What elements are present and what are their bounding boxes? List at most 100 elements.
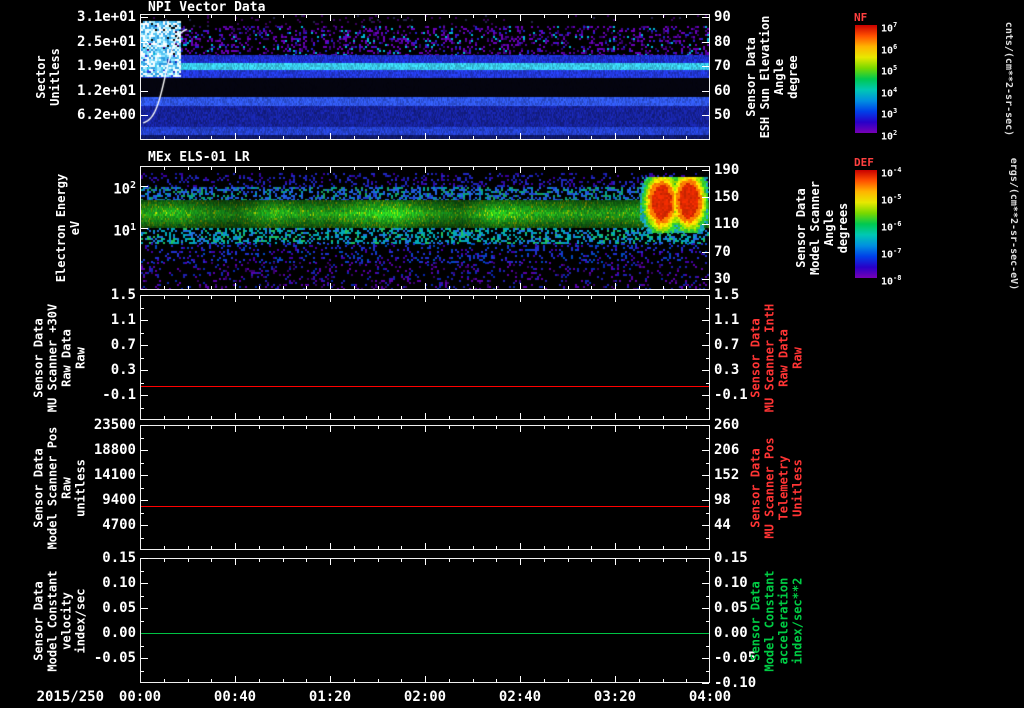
x-tick-mark <box>377 679 379 682</box>
minor-tick-mark <box>706 570 709 572</box>
x-tick-mark <box>187 286 189 289</box>
x-tick-mark <box>163 286 165 289</box>
x-tick-mark <box>567 416 569 419</box>
def-colorbar-tick-label: 10-6 <box>881 220 902 234</box>
x-tick-mark <box>520 296 521 302</box>
model-scanner-pos-left-axis-label: Sensor Data Model Scanner Pos Raw unitless <box>31 425 87 550</box>
axis-label-line: Model Scanner <box>808 181 822 275</box>
x-tick-mark <box>472 15 474 18</box>
x-tick-mark <box>543 679 545 682</box>
x-tick-mark <box>353 286 355 289</box>
x-tick-mark <box>353 15 355 18</box>
tick-mark <box>141 425 148 426</box>
mex-els-01-lr-right-tick-label: 30 <box>714 270 731 287</box>
x-tick-mark <box>448 546 450 549</box>
axis-label-line: degree <box>786 55 800 99</box>
x-tick-mark <box>448 296 450 299</box>
mex-els-01-lr-left-axis-label: Electron Energy eV <box>54 166 82 290</box>
tick-mark <box>141 345 148 346</box>
minor-tick-mark <box>706 537 709 539</box>
tick-mark <box>702 197 709 198</box>
x-tick-mark <box>662 426 664 429</box>
x-tick-mark <box>662 136 664 139</box>
minor-tick-mark <box>141 620 144 622</box>
x-tick-mark <box>235 15 236 21</box>
x-tick-mark <box>377 559 379 562</box>
mex-els-01-lr-right-tick-label: 150 <box>714 189 740 205</box>
nf-colorbar-tick-label: 106 <box>881 42 898 56</box>
x-tick-mark <box>401 679 403 682</box>
tick-mark <box>702 683 709 684</box>
model-constant-velocity-left-axis-label: Sensor Data Model Constant velocity index/s… <box>31 558 87 683</box>
x-tick-mark <box>543 15 545 18</box>
def-colorbar-tick-label: 10-5 <box>881 193 902 207</box>
tick-mark <box>702 90 709 92</box>
nf-colorbar-units-label: cnts/(cm**2-sr-sec) <box>1003 21 1014 137</box>
x-tick-mark <box>330 133 331 139</box>
minor-tick-mark <box>141 537 144 539</box>
tick-mark <box>702 115 709 117</box>
x-tick-mark <box>520 413 521 419</box>
axis-label-line: index/sec <box>73 587 87 654</box>
x-tick-mark <box>353 546 355 549</box>
x-tick-mark <box>472 559 474 562</box>
tick-mark <box>702 450 709 451</box>
x-tick-mark <box>425 426 426 432</box>
x-tick-mark <box>615 167 616 173</box>
x-tick-mark <box>306 296 308 299</box>
x-tick-mark <box>591 15 593 18</box>
x-tick-mark <box>235 133 236 139</box>
minor-tick-mark <box>706 462 709 464</box>
x-tick-mark <box>401 416 403 419</box>
x-tick-mark <box>425 283 426 289</box>
els-spectrogram-panel <box>140 166 710 290</box>
tick-mark <box>702 525 709 526</box>
x-tick-mark <box>520 559 521 565</box>
tick-mark <box>141 658 148 659</box>
def-colorbar-title: DEF <box>854 156 874 169</box>
axis-label-line: MU Scanner +30V <box>45 303 59 412</box>
x-tick-mark <box>472 136 474 139</box>
npi-vector-data-left-tick-label: 3.1e+01 <box>76 9 136 26</box>
x-tick-mark <box>163 296 165 299</box>
x-tick-mark <box>615 133 616 139</box>
x-tick-mark <box>258 416 260 419</box>
x-tick-mark <box>401 426 403 429</box>
x-tick-mark <box>163 546 165 549</box>
x-tick-mark <box>543 426 545 429</box>
x-tick-mark <box>567 426 569 429</box>
tick-mark <box>702 475 709 476</box>
x-tick-mark <box>306 559 308 562</box>
x-tick-mark <box>377 546 379 549</box>
minor-tick-mark <box>141 670 144 672</box>
x-tick-mark <box>235 413 236 419</box>
tick-mark <box>702 558 709 559</box>
axis-label-line: eV <box>68 220 82 236</box>
x-tick-mark <box>662 15 664 18</box>
model-constant-velocity-panel <box>140 558 710 683</box>
tick-mark <box>702 41 709 43</box>
x-tick-mark <box>591 296 593 299</box>
x-tick-mark <box>425 167 426 173</box>
x-tick-mark <box>686 286 688 289</box>
minor-tick-mark <box>706 620 709 622</box>
axis-label-line: unitless <box>73 458 87 517</box>
x-tick-mark <box>353 136 355 139</box>
tick-mark <box>702 345 709 346</box>
tick-mark <box>141 608 148 609</box>
x-tick-mark <box>543 167 545 170</box>
npi-vector-data-right-axis-label: Sensor Data ESH Sun Elevation Angle degree <box>744 14 800 140</box>
x-tick-mark <box>235 676 236 682</box>
x-tick-mark <box>662 286 664 289</box>
x-tick-mark <box>211 416 213 419</box>
x-axis-tick-label: 02:00 <box>403 689 447 705</box>
x-tick-mark <box>258 286 260 289</box>
tick-mark <box>702 320 709 321</box>
x-tick-mark <box>615 676 616 682</box>
x-tick-mark <box>258 136 260 139</box>
x-tick-mark <box>472 167 474 170</box>
minor-tick-mark <box>141 570 144 572</box>
x-tick-mark <box>353 296 355 299</box>
x-tick-mark <box>235 283 236 289</box>
x-tick-mark <box>330 559 331 565</box>
